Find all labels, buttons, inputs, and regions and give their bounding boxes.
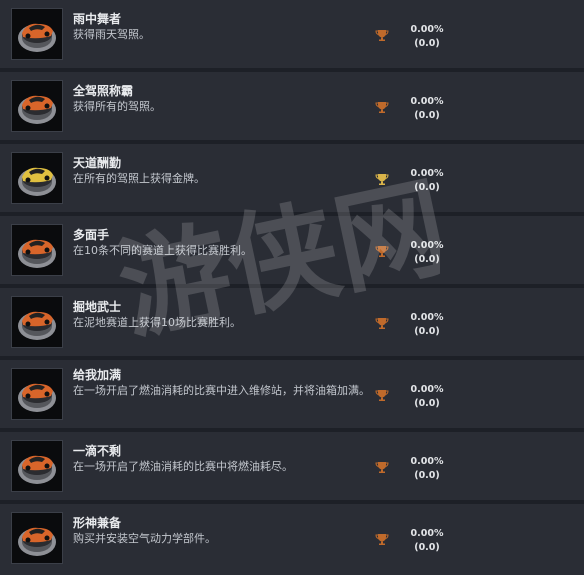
achievement-description: 在10条不同的赛道上获得比赛胜利。: [73, 244, 252, 257]
unlock-percent: 0.00%: [410, 312, 444, 323]
car-achievement-icon: [11, 152, 63, 204]
car-achievement-icon: [11, 512, 63, 564]
achievement-description: 在泥地赛道上获得10场比赛胜利。: [73, 316, 241, 329]
trophy-icon: [375, 243, 389, 257]
achievement-description: 在一场开启了燃油消耗的比赛中进入维修站，并将油箱加满。: [73, 384, 370, 397]
unlock-percent: 0.00%: [410, 96, 444, 107]
achievement-list: 雨中舞者获得雨天驾照。 0.00% (0.0) 全驾照称霸获得所有的驾照。 0.00% (…: [0, 0, 584, 575]
achievement-description: 获得雨天驾照。: [73, 28, 150, 41]
unlock-percent: 0.00%: [410, 384, 444, 395]
achievement-title: 形神兼备: [73, 516, 122, 530]
achievement-title: 一滴不剩: [73, 444, 122, 458]
unlock-percent: 0.00%: [410, 168, 444, 179]
achievement-description: 在一场开启了燃油消耗的比赛中将燃油耗尽。: [73, 460, 293, 473]
trophy-icon: [375, 459, 389, 473]
achievement-description: 在所有的驾照上获得金牌。: [73, 172, 205, 185]
car-achievement-icon: [11, 80, 63, 132]
trophy-icon: [375, 99, 389, 113]
trophy-icon: [375, 531, 389, 545]
achievement-description: 获得所有的驾照。: [73, 100, 161, 113]
unlock-percent: 0.00%: [410, 240, 444, 251]
trophy-icon: [375, 27, 389, 41]
car-achievement-icon: [11, 368, 63, 420]
achievement-title: 多面手: [73, 228, 110, 242]
unlock-count: (0.0): [414, 182, 440, 193]
achievement-row[interactable]: 掘地武士在泥地赛道上获得10场比赛胜利。 0.00% (0.0): [0, 288, 584, 356]
achievement-title: 掘地武士: [73, 300, 122, 314]
unlock-count: (0.0): [414, 326, 440, 337]
car-achievement-icon: [11, 296, 63, 348]
achievement-row[interactable]: 一滴不剩在一场开启了燃油消耗的比赛中将燃油耗尽。 0.00% (0.0): [0, 432, 584, 500]
unlock-count: (0.0): [414, 110, 440, 121]
car-achievement-icon: [11, 440, 63, 492]
trophy-icon: [375, 315, 389, 329]
achievement-title: 给我加满: [73, 368, 122, 382]
unlock-count: (0.0): [414, 542, 440, 553]
unlock-count: (0.0): [414, 470, 440, 481]
unlock-count: (0.0): [414, 38, 440, 49]
car-achievement-icon: [11, 224, 63, 276]
achievement-row[interactable]: 雨中舞者获得雨天驾照。 0.00% (0.0): [0, 0, 584, 68]
unlock-count: (0.0): [414, 398, 440, 409]
trophy-icon: [375, 171, 389, 185]
unlock-percent: 0.00%: [410, 528, 444, 539]
unlock-percent: 0.00%: [410, 456, 444, 467]
achievement-row[interactable]: 给我加满在一场开启了燃油消耗的比赛中进入维修站，并将油箱加满。 0.00% (0.0…: [0, 360, 584, 428]
achievement-description: 购买并安装空气动力学部件。: [73, 532, 216, 545]
achievement-row[interactable]: 形神兼备购买并安装空气动力学部件。 0.00% (0.0): [0, 504, 584, 575]
achievement-title: 天道酬勤: [73, 156, 122, 170]
trophy-icon: [375, 387, 389, 401]
car-achievement-icon: [11, 8, 63, 60]
achievement-row[interactable]: 多面手在10条不同的赛道上获得比赛胜利。 0.00% (0.0): [0, 216, 584, 284]
achievement-row[interactable]: 天道酬勤在所有的驾照上获得金牌。 0.00% (0.0): [0, 144, 584, 212]
achievement-row[interactable]: 全驾照称霸获得所有的驾照。 0.00% (0.0): [0, 72, 584, 140]
unlock-count: (0.0): [414, 254, 440, 265]
achievement-title: 全驾照称霸: [73, 84, 134, 98]
achievement-title: 雨中舞者: [73, 12, 122, 26]
unlock-percent: 0.00%: [410, 24, 444, 35]
